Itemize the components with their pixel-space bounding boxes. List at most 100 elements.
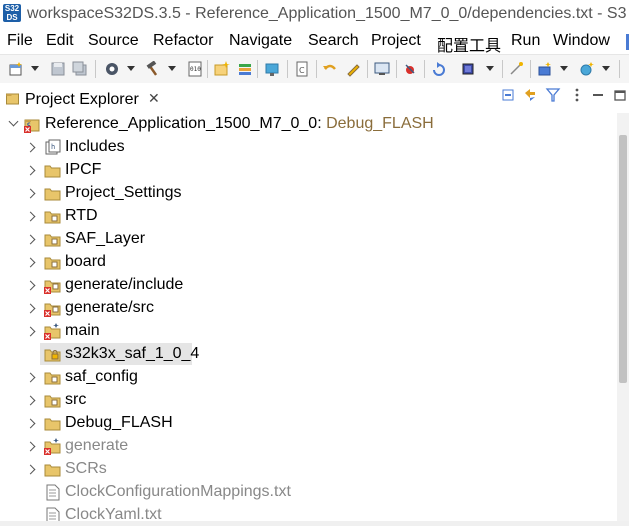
chevron-right-icon[interactable] (25, 303, 36, 314)
chevron-right-icon[interactable] (25, 188, 36, 199)
console-icon[interactable] (374, 61, 390, 77)
tree-item-board[interactable]: board (0, 251, 617, 274)
tree-root-row[interactable]: c Reference_Application_1500_M7_0_0: Deb… (0, 113, 617, 136)
chip-icon[interactable] (460, 61, 476, 77)
chevron-right-icon[interactable] (25, 165, 36, 176)
chevron-down-icon[interactable] (8, 116, 19, 127)
tree-item-main[interactable]: main (0, 320, 617, 343)
menu-file[interactable]: File (7, 32, 33, 50)
build-hammer-icon[interactable] (145, 61, 161, 77)
open-element-icon[interactable] (265, 61, 281, 77)
tree-item-includes[interactable]: h Includes (0, 136, 617, 159)
tree-item-label: Includes (65, 138, 125, 155)
tree-item-label: RTD (65, 207, 98, 224)
project-icon: c (24, 119, 40, 133)
scrollbar-thumb[interactable] (619, 135, 627, 383)
toolbar-separator (396, 60, 397, 78)
chevron-right-icon[interactable] (25, 418, 36, 429)
settings-gear-icon[interactable] (104, 61, 120, 77)
chevron-right-icon[interactable] (25, 372, 36, 383)
filter-icon[interactable] (545, 87, 561, 103)
tree-item-saf-config[interactable]: saf_config (0, 366, 617, 389)
close-icon[interactable]: ✕ (148, 90, 160, 107)
tree-item-label: generate (65, 437, 129, 454)
new-class-icon[interactable] (237, 61, 253, 77)
view-menu-icon[interactable] (569, 87, 585, 103)
tree-item-ipcf[interactable]: IPCF (0, 159, 617, 182)
tree-item-project-settings[interactable]: Project_Settings (0, 182, 617, 205)
chevron-right-icon[interactable] (25, 326, 36, 337)
collapse-all-icon[interactable] (500, 87, 516, 103)
debug-icon[interactable] (402, 61, 418, 77)
tree-item-scrs[interactable]: SCRs (0, 458, 617, 481)
copy-icon[interactable]: C (294, 61, 310, 77)
menu-navigate[interactable]: Navigate (229, 32, 292, 50)
tree-item-generate[interactable]: generate (0, 435, 617, 458)
maximize-icon[interactable] (612, 87, 628, 103)
class-wizard-dropdown-arrow[interactable] (602, 66, 610, 71)
refresh-icon[interactable] (431, 61, 447, 77)
svg-text:C: C (299, 66, 305, 75)
new-project-icon[interactable] (214, 61, 230, 77)
title-bar: S32 DS workspaceS32DS.3.5 - Reference_Ap… (0, 0, 629, 30)
new-dropdown-arrow[interactable] (31, 66, 39, 71)
project-tree: c Reference_Application_1500_M7_0_0: Deb… (0, 113, 617, 526)
new-icon[interactable] (8, 61, 24, 77)
window-title: workspaceS32DS.3.5 - Reference_Applicati… (27, 5, 627, 22)
tree-item-src[interactable]: src (0, 389, 617, 412)
chevron-right-icon[interactable] (25, 280, 36, 291)
link-with-editor-icon[interactable] (522, 87, 538, 103)
source-folder-icon (44, 211, 61, 224)
toolbar-separator (530, 60, 531, 78)
minimize-icon[interactable] (590, 87, 606, 103)
chevron-right-icon[interactable] (25, 211, 36, 222)
folder-icon (44, 188, 61, 201)
menu-refactor[interactable]: Refactor (153, 32, 213, 50)
undo-arrow-icon[interactable] (322, 61, 338, 77)
build-dropdown-arrow[interactable] (168, 66, 176, 71)
pencil-icon[interactable] (345, 61, 361, 77)
package-icon[interactable] (537, 61, 553, 77)
chip-dropdown-arrow[interactable] (486, 66, 494, 71)
tree-item-clockconfigurationmappings-txt[interactable]: ClockConfigurationMappings.txt (0, 481, 617, 504)
menu-edit[interactable]: Edit (46, 32, 74, 50)
save-icon[interactable] (50, 61, 66, 77)
tree-item-label: main (65, 322, 100, 339)
chevron-right-icon[interactable] (25, 234, 36, 245)
app-icon: S32 DS (3, 4, 21, 22)
menu-project[interactable]: Project (371, 32, 421, 50)
tree-item-saf-layer[interactable]: SAF_Layer (0, 228, 617, 251)
tree-root-label: Reference_Application_1500_M7_0_0: Debug… (45, 115, 434, 132)
wand-icon[interactable] (508, 61, 524, 77)
save-all-icon[interactable] (72, 61, 88, 77)
menu-search[interactable]: Search (308, 32, 359, 50)
class-wizard-icon[interactable] (579, 61, 595, 77)
toolbar-separator (424, 60, 425, 78)
chevron-right-icon[interactable] (25, 441, 36, 452)
menu-source[interactable]: Source (88, 32, 139, 50)
folder-icon (44, 464, 61, 477)
chevron-right-icon[interactable] (25, 395, 36, 406)
tree-item-generate-include[interactable]: generate/include (0, 274, 617, 297)
tree-item-rtd[interactable]: RTD (0, 205, 617, 228)
tree-item-debug-flash[interactable]: Debug_FLASH (0, 412, 617, 435)
svg-text:h: h (51, 143, 55, 151)
chevron-right-icon[interactable] (25, 142, 36, 153)
settings-dropdown-arrow[interactable] (127, 66, 135, 71)
tree-item-label: ClockConfigurationMappings.txt (65, 483, 291, 500)
menu-run[interactable]: Run (511, 32, 540, 50)
includes-icon: h (45, 139, 61, 155)
toolbar-separator (95, 60, 96, 78)
tree-item-label: generate/include (65, 276, 184, 293)
menu-config-tools[interactable]: 配置工具 (437, 32, 501, 56)
tree-item-s32k3x-saf-1-0-4[interactable]: s32k3x_saf_1_0_4 (0, 343, 617, 366)
menu-window[interactable]: Window (553, 32, 610, 50)
chevron-right-icon[interactable] (25, 464, 36, 475)
binary-file-icon[interactable]: 010 (187, 61, 203, 77)
project-explorer-tab[interactable]: Project Explorer ✕ (0, 87, 170, 113)
chevron-right-icon[interactable] (25, 257, 36, 268)
tree-scrollbar[interactable] (617, 113, 629, 526)
package-dropdown-arrow[interactable] (560, 66, 568, 71)
error-folder-icon (44, 280, 61, 294)
tree-item-generate-src[interactable]: generate/src (0, 297, 617, 320)
